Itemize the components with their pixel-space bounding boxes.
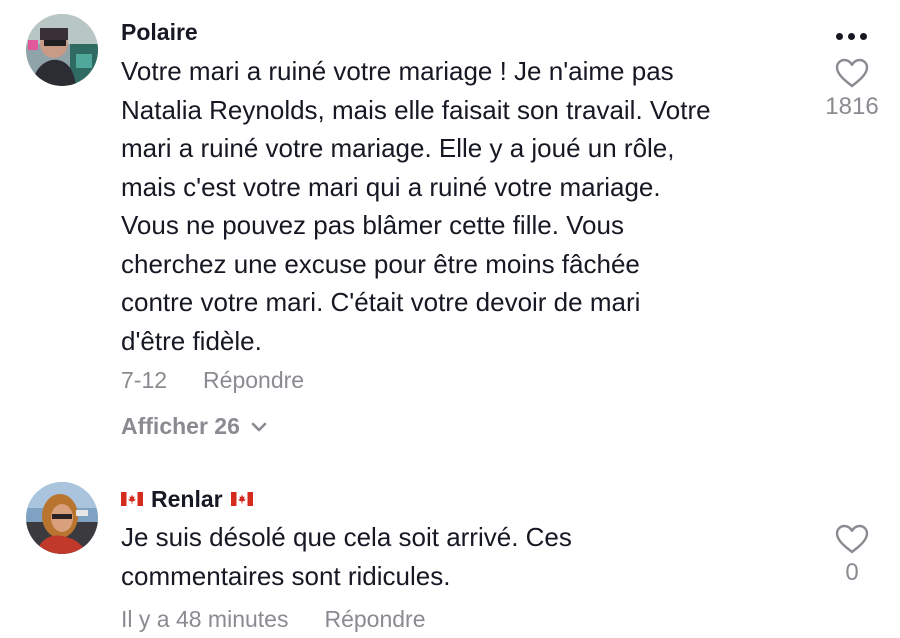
comment-date: 7-12: [121, 367, 168, 393]
heart-outline-icon[interactable]: [835, 58, 869, 88]
more-dots-icon: [847, 32, 855, 40]
comment-date: Il y a 48 minutes: [121, 606, 289, 632]
more-dots-icon: [859, 32, 867, 40]
like-count: 0: [845, 559, 859, 586]
view-replies-button[interactable]: Afficher 26: [121, 413, 268, 440]
view-replies-label: Afficher 26: [121, 413, 240, 439]
comment-text: Votre mari a ruiné votre mariage ! Je n'…: [121, 56, 711, 356]
canada-flag-icon: [230, 492, 253, 506]
chevron-down-icon: [251, 422, 267, 431]
more-dots-icon: [835, 32, 843, 40]
comments-page: Polaire Votre mari a ruiné votre mariage…: [0, 0, 900, 638]
comment-username[interactable]: Renlar: [151, 484, 223, 514]
more-options-button[interactable]: [826, 24, 876, 48]
heart-outline-icon[interactable]: [835, 524, 869, 554]
comment-username[interactable]: Polaire: [121, 17, 198, 47]
comment-meta: Il y a 48 minutes Répondre: [121, 606, 426, 633]
like-control: 0: [812, 524, 892, 588]
comment-username-row: Renlar: [121, 484, 253, 514]
like-count: 1816: [825, 93, 879, 120]
user-avatar[interactable]: [26, 14, 98, 86]
canada-flag-icon: [121, 492, 143, 506]
reply-button[interactable]: Répondre: [324, 606, 425, 633]
user-avatar[interactable]: [26, 482, 98, 554]
like-control: 1816: [812, 58, 892, 122]
reply-button[interactable]: Répondre: [203, 367, 304, 394]
comment-text: Je suis désolé que cela soit arrivé. Ces…: [121, 522, 572, 591]
comment-meta: 7-12 Répondre: [121, 367, 304, 394]
